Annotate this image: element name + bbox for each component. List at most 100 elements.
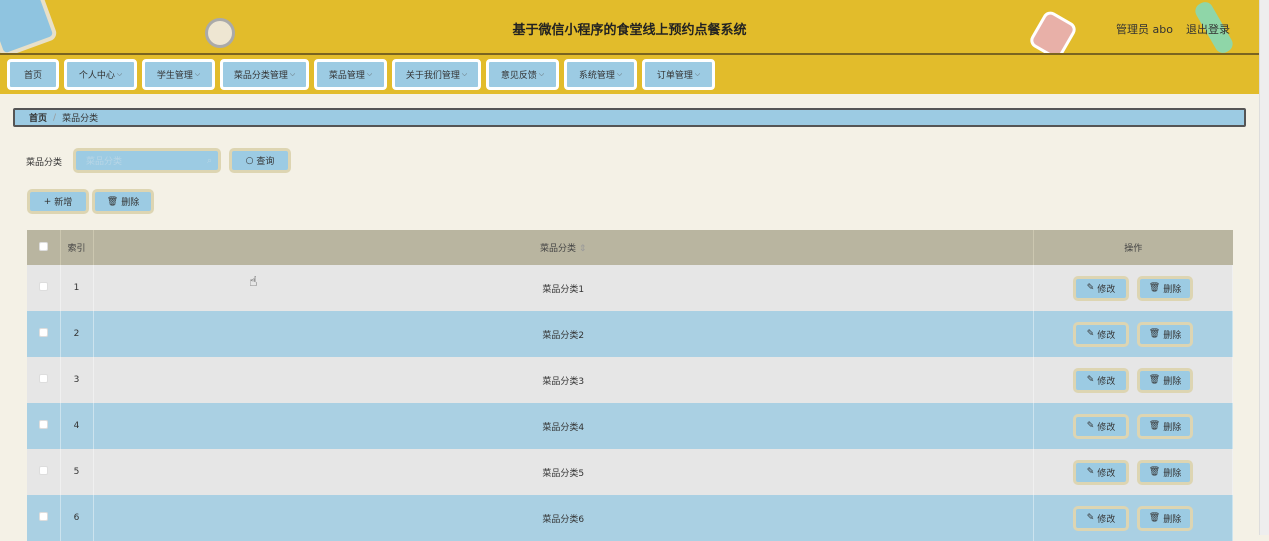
search-input[interactable]: 菜品分类 ⌕ (73, 148, 221, 173)
sort-icon[interactable]: ⇕ (579, 244, 587, 254)
delete-button[interactable]: 🗑 删除 (1137, 321, 1193, 347)
nav-item-1[interactable]: 个人中心 ⌵ (64, 59, 137, 90)
chevron-down-icon: ⌵ (194, 70, 201, 78)
edit-label: 修改 (1097, 284, 1116, 295)
edit-label: 修改 (1097, 422, 1116, 433)
row-checkbox[interactable] (38, 374, 48, 383)
row-checkbox[interactable] (38, 512, 48, 521)
search-label: 菜品分类 (26, 158, 63, 168)
row-index: 6 (60, 495, 94, 541)
row-name: 菜品分类6 (93, 495, 1034, 541)
edit-icon: ✎ (1086, 467, 1095, 477)
chevron-down-icon: ⌵ (461, 70, 468, 78)
app-title: 基于微信小程序的食堂线上预约点餐系统 (512, 23, 747, 38)
nav-item-8[interactable]: 订单管理 ⌵ (642, 59, 715, 90)
edit-label: 修改 (1097, 330, 1116, 341)
trash-icon: 🗑 (1148, 283, 1161, 293)
row-select-cell (27, 403, 61, 449)
query-button[interactable]: ○ 查询 (229, 148, 291, 173)
trash-icon: 🗑 (1148, 421, 1161, 431)
row-select-cell (27, 311, 61, 357)
select-all-checkbox[interactable] (38, 241, 48, 251)
chevron-down-icon: ⌵ (694, 70, 701, 78)
edit-button[interactable]: ✎ 修改 (1073, 275, 1129, 301)
chevron-down-icon: ⌵ (538, 70, 545, 78)
trash-icon: 🗑 (1148, 375, 1161, 385)
edit-button[interactable]: ✎ 修改 (1073, 367, 1129, 393)
row-ops: ✎ 修改 🗑 删除 (1033, 265, 1233, 311)
select-all-cell (27, 230, 61, 265)
row-name: 菜品分类1 (93, 265, 1034, 311)
nav-item-7[interactable]: 系统管理 ⌵ (564, 59, 637, 90)
edit-button[interactable]: ✎ 修改 (1073, 459, 1129, 485)
chevron-down-icon: ⌵ (616, 70, 623, 78)
header-name-label: 菜品分类 (540, 244, 577, 254)
search-placeholder: 菜品分类 (86, 157, 123, 167)
trash-icon: 🗑 (1148, 329, 1161, 339)
search-icon: ○ (245, 155, 254, 166)
row-checkbox[interactable] (38, 282, 48, 291)
nav-label: 学生管理 (156, 71, 193, 81)
edit-label: 修改 (1097, 376, 1116, 387)
row-index: 5 (60, 449, 94, 495)
breadcrumb-separator: / (53, 112, 57, 123)
table-row: 5 菜品分类5 ✎ 修改 🗑 删除 (27, 449, 1233, 495)
row-ops: ✎ 修改 🗑 删除 (1033, 403, 1233, 449)
edit-icon: ✎ (1086, 283, 1095, 293)
add-button[interactable]: + 新增 (27, 189, 89, 214)
chevron-down-icon: ⌵ (289, 70, 296, 78)
edit-icon: ✎ (1086, 421, 1095, 431)
nav-label: 意见反馈 (500, 71, 537, 81)
nav-item-2[interactable]: 学生管理 ⌵ (142, 59, 215, 90)
edit-button[interactable]: ✎ 修改 (1073, 321, 1129, 347)
delete-label: 删除 (1163, 422, 1182, 433)
header-name[interactable]: 菜品分类 ⇕ (93, 230, 1034, 265)
edit-button[interactable]: ✎ 修改 (1073, 413, 1129, 439)
trash-icon: 🗑 (1148, 467, 1161, 477)
nav-label: 首页 (23, 71, 42, 81)
bulk-delete-button[interactable]: 🗑 删除 (92, 189, 154, 214)
delete-label: 删除 (1163, 514, 1182, 525)
table-row: 1 菜品分类1 ✎ 修改 🗑 删除 (27, 265, 1233, 311)
row-ops: ✎ 修改 🗑 删除 (1033, 311, 1233, 357)
category-table: 索引 菜品分类 ⇕ 操作 1 菜品分类1 ✎ 修改 🗑 删除 2 菜品分类2 ✎ 修改 🗑… (27, 230, 1233, 541)
edit-button[interactable]: ✎ 修改 (1073, 505, 1129, 531)
search-icon: ⌕ (206, 155, 212, 166)
nav-item-0[interactable]: 首页 (7, 59, 59, 90)
nav-item-6[interactable]: 意见反馈 ⌵ (486, 59, 559, 90)
scrollbar[interactable] (1259, 0, 1269, 535)
chevron-down-icon: ⌵ (366, 70, 373, 78)
row-index: 4 (60, 403, 94, 449)
edit-icon: ✎ (1086, 375, 1095, 385)
logout-link[interactable]: 退出登录 (1186, 21, 1230, 37)
delete-button[interactable]: 🗑 删除 (1137, 505, 1193, 531)
row-checkbox[interactable] (38, 328, 48, 337)
delete-button[interactable]: 🗑 删除 (1137, 459, 1193, 485)
row-checkbox[interactable] (38, 420, 48, 429)
delete-label: 删除 (1163, 330, 1182, 341)
edit-label: 修改 (1097, 468, 1116, 479)
row-name: 菜品分类2 (93, 311, 1034, 357)
delete-button[interactable]: 🗑 删除 (1137, 413, 1193, 439)
row-select-cell (27, 357, 61, 403)
table-row: 6 菜品分类6 ✎ 修改 🗑 删除 (27, 495, 1233, 541)
edit-label: 修改 (1097, 514, 1116, 525)
header-index: 索引 (60, 230, 94, 265)
row-index: 2 (60, 311, 94, 357)
breadcrumb-home[interactable]: 首页 (29, 111, 47, 124)
breadcrumb-current: 菜品分类 (62, 114, 99, 124)
nav-item-4[interactable]: 菜品管理 ⌵ (314, 59, 387, 90)
delete-button[interactable]: 🗑 删除 (1137, 367, 1193, 393)
nav-item-3[interactable]: 菜品分类管理 ⌵ (220, 59, 309, 90)
row-checkbox[interactable] (38, 466, 48, 475)
table-row: 4 菜品分类4 ✎ 修改 🗑 删除 (27, 403, 1233, 449)
delete-button[interactable]: 🗑 删除 (1137, 275, 1193, 301)
nav-item-5[interactable]: 关于我们管理 ⌵ (392, 59, 481, 90)
header: 基于微信小程序的食堂线上预约点餐系统 管理员 abo 退出登录 (0, 0, 1259, 55)
delete-label: 删除 (1163, 284, 1182, 295)
current-user: 管理员 abo (1116, 23, 1173, 36)
row-select-cell (27, 449, 61, 495)
row-index: 1 (60, 265, 94, 311)
row-ops: ✎ 修改 🗑 删除 (1033, 357, 1233, 403)
edit-icon: ✎ (1086, 329, 1095, 339)
